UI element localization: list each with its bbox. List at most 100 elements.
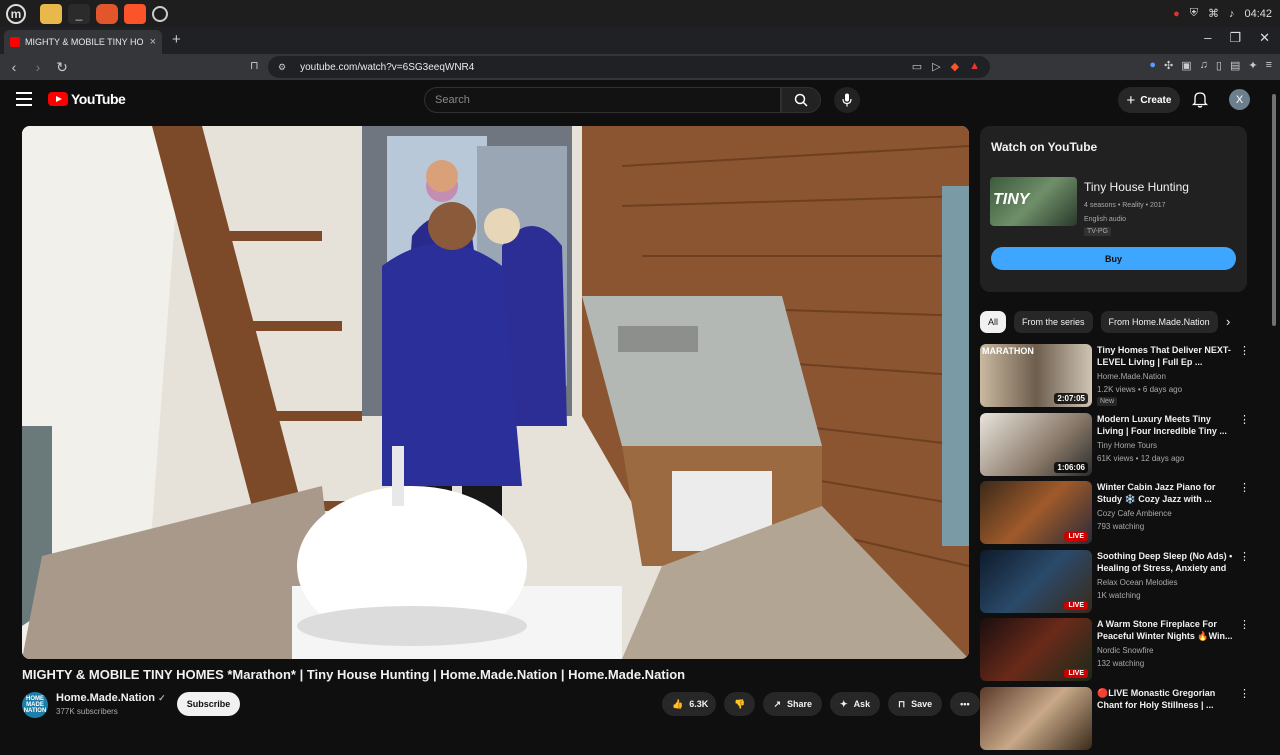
video-thumbnail[interactable]: LIVE (980, 618, 1092, 681)
channel-name[interactable]: Home.Made.Nation ✓ (56, 692, 166, 704)
list-item[interactable]: LIVE Winter Cabin Jazz Piano for Study ❄… (980, 481, 1250, 550)
back-icon[interactable]: ‹ (4, 59, 24, 75)
channel-name-text: Home.Made.Nation (56, 692, 155, 704)
clock[interactable]: 04:42 (1244, 8, 1272, 20)
more-vert-icon[interactable]: ⋮ (1239, 344, 1250, 357)
voice-search-button[interactable] (834, 87, 860, 113)
chip-from-channel[interactable]: From Home.Made.Nation (1101, 311, 1218, 333)
like-button[interactable]: 👍 6.3K (662, 692, 716, 716)
microphone-icon (842, 93, 852, 107)
show-thumbnail[interactable]: TINY (990, 177, 1077, 226)
channel-avatar[interactable]: HOME MADE NATION (22, 692, 48, 718)
page-scrollbar[interactable] (1272, 94, 1276, 326)
rec-channel[interactable]: Cozy Cafe Ambience (1097, 509, 1172, 518)
rewards-icon[interactable]: ▲ (969, 60, 980, 73)
wallet-icon[interactable]: ▤ (1230, 59, 1240, 72)
shield-icon[interactable]: ⛨ (1190, 7, 1198, 20)
promo-heading: Watch on YouTube (991, 140, 1097, 154)
list-item[interactable]: 🔴LIVE Monastic Gregorian Chant for Holy … (980, 687, 1250, 755)
new-tab-button[interactable]: + (172, 31, 181, 48)
video-thumbnail[interactable]: 1:06:06 (980, 413, 1092, 476)
rec-channel[interactable]: Home.Made.Nation (1097, 372, 1166, 381)
reload-icon[interactable]: ↻ (52, 59, 72, 76)
app-icon[interactable] (152, 6, 168, 22)
bell-icon (1192, 90, 1208, 108)
share-button[interactable]: ↗ Share (763, 692, 822, 716)
close-window-icon[interactable]: ✕ (1259, 30, 1270, 46)
os-taskbar: m _ ● ⛨ ⌘ ♪ 04:42 (0, 0, 1280, 27)
site-info-icon[interactable]: ⚙ (278, 62, 286, 73)
list-item[interactable]: LIVE A Warm Stone Fireplace For Peaceful… (980, 618, 1250, 687)
action-buttons: 👍 6.3K 👎 ↗ Share ✦ Ask ⊓ Save ••• (662, 692, 980, 716)
rec-channel[interactable]: Nordic Snowfire (1097, 646, 1153, 655)
chip-all[interactable]: All (980, 311, 1006, 333)
show-title[interactable]: Tiny House Hunting (1084, 180, 1189, 194)
list-item[interactable]: LIVE Soothing Deep Sleep (No Ads) • Heal… (980, 550, 1250, 619)
thumbnail-caption: MARATHON (982, 346, 1034, 356)
cast-icon[interactable]: ▭ (912, 60, 922, 73)
youtube-logo[interactable]: YouTube (48, 91, 125, 107)
video-thumbnail[interactable]: LIVE (980, 481, 1092, 544)
more-actions-button[interactable]: ••• (950, 692, 979, 716)
network-icon[interactable]: ⌘ (1208, 7, 1219, 20)
more-vert-icon[interactable]: ⋮ (1239, 481, 1250, 494)
minimize-icon[interactable]: – (1204, 30, 1211, 46)
rec-channel[interactable]: Relax Ocean Melodies (1097, 578, 1177, 587)
create-button[interactable]: + Create (1118, 87, 1180, 113)
firefox-icon[interactable] (96, 4, 118, 24)
send-icon[interactable]: ▷ (932, 60, 940, 73)
video-thumbnail[interactable]: LIVE (980, 550, 1092, 613)
folder-icon[interactable] (40, 4, 62, 24)
brave-icon[interactable] (124, 4, 146, 24)
list-item[interactable]: MARATHON 2:07:05 Tiny Homes That Deliver… (980, 344, 1250, 413)
forward-icon[interactable]: › (28, 59, 48, 75)
rec-title[interactable]: A Warm Stone Fireplace For Peaceful Wint… (1097, 618, 1235, 642)
notifications-button[interactable] (1192, 90, 1208, 113)
terminal-icon[interactable]: _ (68, 4, 90, 24)
hamburger-menu-icon[interactable] (16, 92, 32, 106)
ask-button[interactable]: ✦ Ask (830, 692, 880, 716)
music-icon[interactable]: ♫ (1200, 59, 1208, 72)
rec-title[interactable]: Modern Luxury Meets Tiny Living | Four I… (1097, 413, 1235, 437)
volume-icon[interactable]: ♪ (1229, 8, 1235, 20)
search-button[interactable] (781, 87, 821, 113)
chevron-right-icon[interactable]: › (1226, 314, 1230, 329)
video-thumbnail[interactable]: MARATHON 2:07:05 (980, 344, 1092, 407)
tab-close-icon[interactable]: × (150, 36, 156, 48)
more-vert-icon[interactable]: ⋮ (1239, 687, 1250, 700)
list-item[interactable]: 1:06:06 Modern Luxury Meets Tiny Living … (980, 413, 1250, 482)
rec-title[interactable]: Tiny Homes That Deliver NEXT-LEVEL Livin… (1097, 344, 1235, 368)
vpn-icon[interactable]: ● (1173, 8, 1180, 20)
rec-channel[interactable]: Tiny Home Tours (1097, 441, 1157, 450)
brave-shields-icon[interactable]: ◆ (951, 60, 959, 73)
save-button[interactable]: ⊓ Save (888, 692, 942, 716)
browser-menu-icon[interactable]: ≡ (1266, 59, 1272, 72)
extension-icon[interactable]: ● (1149, 59, 1156, 72)
menu-icon[interactable]: m (6, 4, 26, 24)
search-input[interactable]: Search (424, 87, 781, 113)
more-vert-icon[interactable]: ⋮ (1239, 618, 1250, 631)
dislike-button[interactable]: 👎 (724, 692, 755, 716)
rec-title[interactable]: Winter Cabin Jazz Piano for Study ❄️ Coz… (1097, 481, 1235, 505)
chip-from-series[interactable]: From the series (1014, 311, 1093, 333)
filter-chips: All From the series From Home.Made.Natio… (980, 311, 1242, 333)
leo-icon[interactable]: ✦ (1248, 59, 1257, 72)
maximize-icon[interactable]: ❐ (1229, 30, 1241, 46)
subscribe-button[interactable]: Subscribe (177, 692, 240, 716)
browser-tab[interactable]: MIGHTY & MOBILE TINY HO × (4, 30, 162, 54)
rec-title[interactable]: Soothing Deep Sleep (No Ads) • Healing o… (1097, 550, 1235, 574)
video-player[interactable] (22, 126, 969, 659)
url-field[interactable]: ⚙ youtube.com/watch?v=6SG3eeqWNR4 ▭ ▷ ◆ … (268, 56, 990, 78)
more-vert-icon[interactable]: ⋮ (1239, 413, 1250, 426)
rec-title[interactable]: 🔴LIVE Monastic Gregorian Chant for Holy … (1097, 687, 1235, 711)
sidebar-icon[interactable]: ▯ (1216, 59, 1222, 72)
puzzle-icon[interactable]: ✣ (1164, 59, 1173, 72)
url-text: youtube.com/watch?v=6SG3eeqWNR4 (300, 62, 474, 73)
video-thumbnail[interactable] (980, 687, 1092, 750)
screenshot-icon[interactable]: ▣ (1181, 59, 1191, 72)
more-vert-icon[interactable]: ⋮ (1239, 550, 1250, 563)
buy-button[interactable]: Buy (991, 247, 1236, 270)
bookmark-icon[interactable]: ⊓ (250, 59, 259, 72)
verified-icon: ✓ (158, 693, 166, 703)
account-avatar[interactable]: X (1229, 89, 1250, 110)
